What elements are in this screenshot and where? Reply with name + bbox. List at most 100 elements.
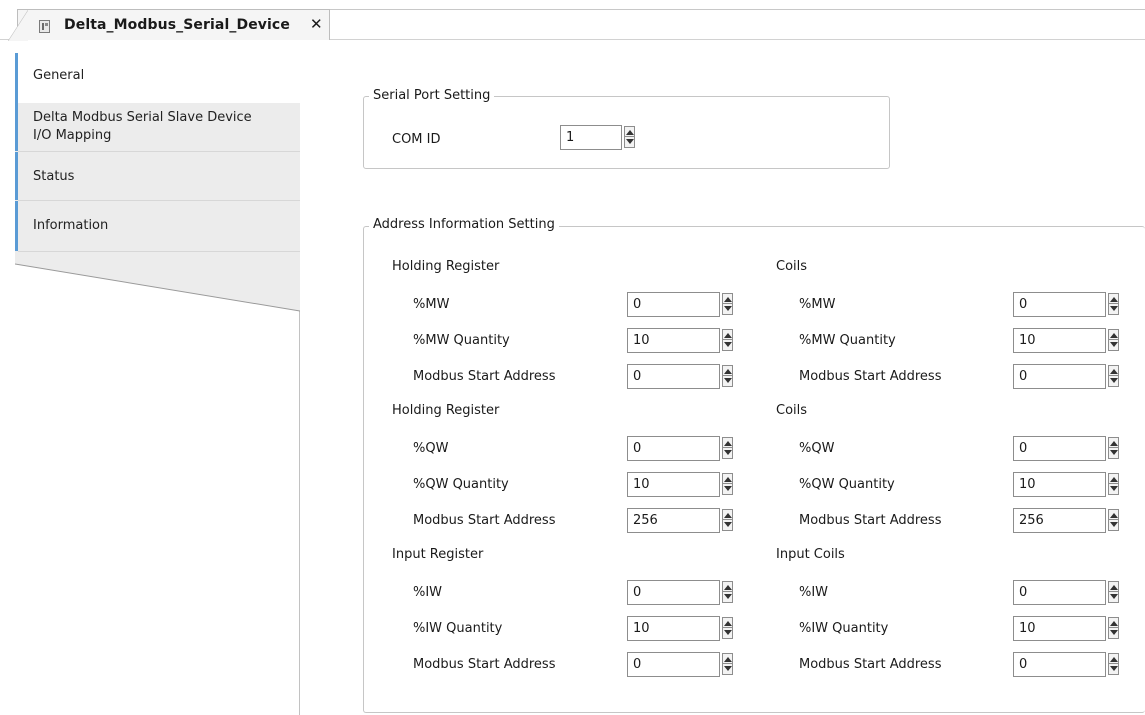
spin-up-icon[interactable] <box>724 657 732 662</box>
value-field[interactable]: 10 <box>627 328 720 353</box>
value-stepper[interactable]: 0 <box>627 364 740 389</box>
nav-item-status[interactable]: Status <box>15 152 300 200</box>
tab-delta-modbus-serial-device[interactable]: Delta_Modbus_Serial_Device ✕ <box>8 9 330 41</box>
spin-arrows-icon[interactable] <box>1108 437 1119 459</box>
spin-arrows-icon[interactable] <box>1108 509 1119 531</box>
spin-arrows-icon[interactable] <box>1108 365 1119 387</box>
spin-up-icon[interactable] <box>1110 297 1118 302</box>
value-stepper[interactable]: 256 <box>1013 508 1126 533</box>
value-field[interactable]: 0 <box>1013 364 1106 389</box>
spin-down-icon[interactable] <box>724 522 732 527</box>
spin-down-icon[interactable] <box>1110 594 1118 599</box>
spin-down-icon[interactable] <box>724 450 732 455</box>
value-stepper[interactable]: 10 <box>627 616 740 641</box>
value-stepper[interactable]: 0 <box>1013 652 1126 677</box>
spin-down-icon[interactable] <box>724 594 732 599</box>
spin-arrows-icon[interactable] <box>624 126 635 148</box>
value-stepper[interactable]: 0 <box>627 292 740 317</box>
value-stepper[interactable]: 256 <box>627 508 740 533</box>
spin-up-icon[interactable] <box>724 333 732 338</box>
spin-arrows-icon[interactable] <box>722 437 733 459</box>
value-stepper[interactable]: 0 <box>627 652 740 677</box>
spin-down-icon[interactable] <box>1110 306 1118 311</box>
spin-arrows-icon[interactable] <box>1108 653 1119 675</box>
value-field[interactable]: 0 <box>1013 580 1106 605</box>
value-field[interactable]: 256 <box>1013 508 1106 533</box>
spin-arrows-icon[interactable] <box>722 653 733 675</box>
spin-arrows-icon[interactable] <box>1108 329 1119 351</box>
value-field[interactable]: 0 <box>1013 652 1106 677</box>
spin-down-icon[interactable] <box>1110 666 1118 671</box>
value-stepper[interactable]: 0 <box>627 436 740 461</box>
value-field[interactable]: 10 <box>1013 472 1106 497</box>
spin-up-icon[interactable] <box>724 585 732 590</box>
spin-down-icon[interactable] <box>1110 342 1118 347</box>
spin-down-icon[interactable] <box>724 342 732 347</box>
spin-up-icon[interactable] <box>1110 369 1118 374</box>
value-field[interactable]: 256 <box>627 508 720 533</box>
spin-down-icon[interactable] <box>1110 486 1118 491</box>
spin-up-icon[interactable] <box>724 621 732 626</box>
value-stepper[interactable]: 10 <box>1013 616 1126 641</box>
spin-down-icon[interactable] <box>1110 630 1118 635</box>
spin-arrows-icon[interactable] <box>722 473 733 495</box>
spin-down-icon[interactable] <box>724 486 732 491</box>
spin-up-icon[interactable] <box>724 513 732 518</box>
value-stepper[interactable]: 0 <box>1013 580 1126 605</box>
spin-arrows-icon[interactable] <box>1108 617 1119 639</box>
spin-down-icon[interactable] <box>1110 522 1118 527</box>
spin-arrows-icon[interactable] <box>1108 581 1119 603</box>
spin-arrows-icon[interactable] <box>722 329 733 351</box>
value-field[interactable]: 0 <box>627 292 720 317</box>
spin-down-icon[interactable] <box>724 666 732 671</box>
value-field[interactable]: 10 <box>627 616 720 641</box>
nav-item-information[interactable]: Information <box>15 201 300 251</box>
nav-item-io-mapping[interactable]: Delta Modbus Serial Slave Device I/O Map… <box>15 103 300 151</box>
spin-down-icon[interactable] <box>626 139 634 144</box>
value-field[interactable]: 0 <box>627 652 720 677</box>
spin-arrows-icon[interactable] <box>1108 293 1119 315</box>
spin-down-icon[interactable] <box>1110 450 1118 455</box>
spin-down-icon[interactable] <box>724 378 732 383</box>
spin-arrows-icon[interactable] <box>1108 473 1119 495</box>
spin-up-icon[interactable] <box>1110 513 1118 518</box>
value-field[interactable]: 10 <box>1013 328 1106 353</box>
spin-up-icon[interactable] <box>1110 657 1118 662</box>
spin-up-icon[interactable] <box>1110 477 1118 482</box>
value-field[interactable]: 10 <box>1013 616 1106 641</box>
spin-up-icon[interactable] <box>1110 621 1118 626</box>
spin-up-icon[interactable] <box>1110 585 1118 590</box>
value-field[interactable]: 0 <box>1013 292 1106 317</box>
spin-arrows-icon[interactable] <box>722 617 733 639</box>
spin-arrows-icon[interactable] <box>722 581 733 603</box>
value-field[interactable]: 0 <box>1013 436 1106 461</box>
value-field[interactable]: 0 <box>627 436 720 461</box>
value-stepper[interactable]: 10 <box>1013 472 1126 497</box>
spin-up-icon[interactable] <box>626 130 634 135</box>
com-id-stepper[interactable]: 1 <box>560 125 640 150</box>
spin-down-icon[interactable] <box>724 306 732 311</box>
spin-arrows-icon[interactable] <box>722 509 733 531</box>
com-id-field[interactable]: 1 <box>560 125 622 150</box>
value-stepper[interactable]: 0 <box>1013 292 1126 317</box>
value-stepper[interactable]: 10 <box>627 328 740 353</box>
spin-up-icon[interactable] <box>1110 333 1118 338</box>
value-stepper[interactable]: 10 <box>627 472 740 497</box>
value-field[interactable]: 10 <box>627 472 720 497</box>
spin-arrows-icon[interactable] <box>722 365 733 387</box>
nav-item-general[interactable]: General <box>15 53 300 103</box>
value-stepper[interactable]: 0 <box>1013 436 1126 461</box>
spin-up-icon[interactable] <box>724 441 732 446</box>
value-stepper[interactable]: 0 <box>627 580 740 605</box>
value-field[interactable]: 0 <box>627 364 720 389</box>
spin-up-icon[interactable] <box>724 297 732 302</box>
spin-down-icon[interactable] <box>1110 378 1118 383</box>
value-stepper[interactable]: 10 <box>1013 328 1126 353</box>
spin-down-icon[interactable] <box>724 630 732 635</box>
spin-up-icon[interactable] <box>724 369 732 374</box>
spin-up-icon[interactable] <box>724 477 732 482</box>
spin-up-icon[interactable] <box>1110 441 1118 446</box>
value-stepper[interactable]: 0 <box>1013 364 1126 389</box>
close-icon[interactable]: ✕ <box>310 15 323 33</box>
value-field[interactable]: 0 <box>627 580 720 605</box>
